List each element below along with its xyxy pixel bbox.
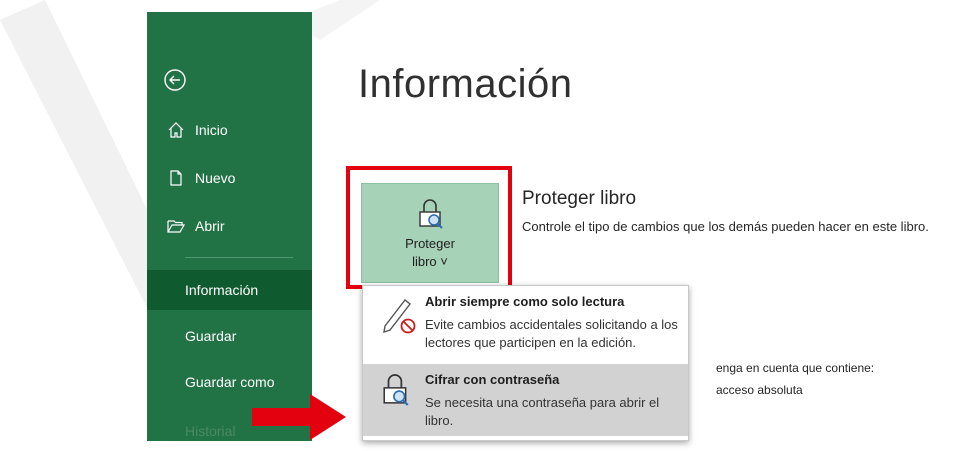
menu-item-read-only[interactable]: Abrir siempre como solo lectura Evite ca… xyxy=(363,286,688,358)
protect-heading: Proteger libro xyxy=(522,188,637,209)
sidebar-item-label: Guardar como xyxy=(185,374,275,390)
new-document-icon xyxy=(167,168,187,188)
lock-key-icon xyxy=(417,198,445,235)
back-arrow-icon[interactable] xyxy=(163,68,187,92)
background-text: enga en cuenta que contiene: xyxy=(716,361,875,375)
sidebar-item-informacion[interactable]: Información xyxy=(147,270,312,310)
sidebar-item-label: Guardar xyxy=(185,328,237,344)
sidebar-item-label: Información xyxy=(185,282,259,298)
background-text: acceso absoluta xyxy=(716,383,803,397)
protect-button-label-2: libro ˅ xyxy=(412,254,448,269)
sidebar-item-label: Abrir xyxy=(195,218,225,234)
sidebar-item-abrir[interactable]: Abrir xyxy=(147,206,312,246)
menu-item-title: Abrir siempre como solo lectura xyxy=(425,294,625,309)
menu-item-description: Se necesita una contraseña para abrir el… xyxy=(425,395,660,428)
protect-description: Controle el tipo de cambios que los demá… xyxy=(522,219,929,234)
sidebar-item-label: Nuevo xyxy=(195,170,236,186)
menu-item-description: Evite cambios accidentales solicitando a… xyxy=(425,317,678,350)
menu-item-title: Cifrar con contraseña xyxy=(425,372,560,387)
read-only-pencil-icon xyxy=(381,294,417,339)
sidebar-item-nuevo[interactable]: Nuevo xyxy=(147,158,312,198)
sidebar-item-label: Inicio xyxy=(195,122,228,138)
protect-dropdown-menu: Abrir siempre como solo lectura Evite ca… xyxy=(362,285,689,441)
sidebar-item-label: Historial xyxy=(185,423,236,439)
sidebar-divider xyxy=(185,257,293,258)
red-arrow-icon xyxy=(252,394,346,440)
sidebar-item-inicio[interactable]: Inicio xyxy=(147,110,312,150)
backstage-sidebar: Inicio Nuevo Abrir Información Guardar G… xyxy=(147,12,312,441)
menu-item-encrypt-password[interactable]: Cifrar con contraseña Se necesita una co… xyxy=(363,364,688,436)
folder-open-icon xyxy=(167,216,187,236)
lock-key-icon xyxy=(381,372,411,413)
page-title: Información xyxy=(358,62,573,106)
sidebar-item-guardar[interactable]: Guardar xyxy=(147,316,312,356)
protect-button-label: Proteger xyxy=(405,236,455,251)
protect-workbook-button[interactable]: Proteger libro ˅ xyxy=(361,183,499,283)
chevron-down-icon: ˅ xyxy=(440,254,448,269)
home-icon xyxy=(167,120,187,140)
